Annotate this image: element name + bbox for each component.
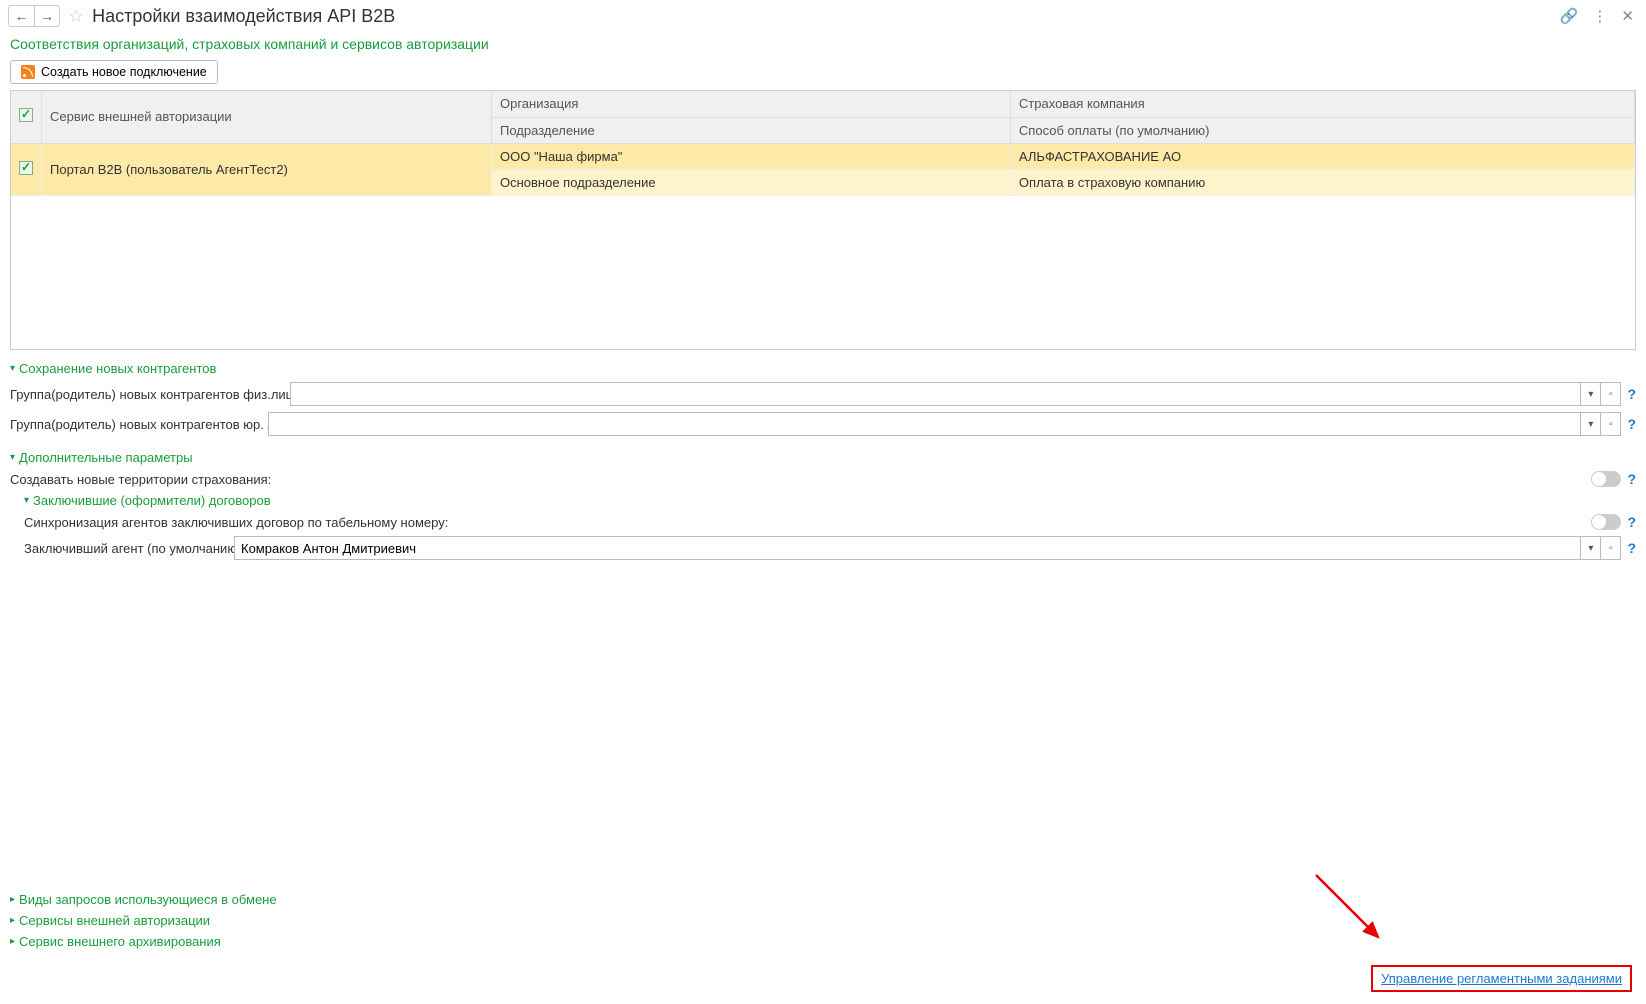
toolbar: Создать новое подключение: [0, 56, 1646, 88]
label-default-agent: Заключивший агент (по умолчанию):: [24, 541, 234, 556]
create-connection-button[interactable]: Создать новое подключение: [10, 60, 218, 84]
dropdown-button[interactable]: ▾: [1581, 536, 1601, 560]
chevron-down-icon: ▾: [24, 495, 29, 506]
bottom-groups: ▸ Виды запросов использующиеся в обмене …: [0, 889, 1646, 952]
cell-service: Портал B2B (пользователь АгентТест2): [42, 143, 492, 195]
help-icon[interactable]: ?: [1627, 471, 1636, 487]
input-default-agent[interactable]: [234, 536, 1581, 560]
label-group-jur: Группа(родитель) новых контрагентов юр. …: [10, 417, 268, 432]
chevron-right-icon: ▸: [10, 936, 15, 947]
col-company[interactable]: Страховая компания: [1010, 91, 1634, 117]
label-create-territories: Создавать новые территории страхования:: [10, 472, 1591, 487]
col-service[interactable]: Сервис внешней авторизации: [42, 91, 492, 143]
link-icon[interactable]: 🔗: [1560, 7, 1579, 25]
check-all-icon[interactable]: [19, 108, 33, 122]
rss-icon: [21, 65, 35, 79]
help-icon[interactable]: ?: [1627, 540, 1636, 556]
titlebar-actions: 🔗 ⋮ ✕: [1560, 7, 1638, 25]
group-title-archive-service: Сервис внешнего архивирования: [19, 934, 221, 949]
close-icon[interactable]: ✕: [1621, 7, 1634, 25]
group-header-auth-services[interactable]: ▸ Сервисы внешней авторизации: [10, 910, 1636, 931]
label-group-phys: Группа(родитель) новых контрагентов физ.…: [10, 387, 290, 402]
chevron-right-icon: ▸: [10, 915, 15, 926]
col-org[interactable]: Организация: [492, 91, 1011, 117]
cell-subdivision: Основное подразделение: [492, 169, 1011, 195]
group-title-contractors: Заключившие (оформители) договоров: [33, 493, 271, 508]
group-header-archive-service[interactable]: ▸ Сервис внешнего архивирования: [10, 931, 1636, 952]
create-connection-label: Создать новое подключение: [41, 65, 207, 79]
input-group-jur[interactable]: [268, 412, 1581, 436]
group-title-extra-params: Дополнительные параметры: [19, 450, 193, 465]
toggle-create-territories[interactable]: [1591, 471, 1621, 487]
group-header-contractors[interactable]: ▾ Заключившие (оформители) договоров: [24, 490, 1636, 511]
help-icon[interactable]: ?: [1627, 514, 1636, 530]
connections-table-wrap: Сервис внешней авторизации Организация С…: [10, 90, 1636, 350]
forward-button[interactable]: →: [34, 5, 60, 27]
group-title-auth-services: Сервисы внешней авторизации: [19, 913, 210, 928]
input-group-phys[interactable]: [290, 382, 1581, 406]
title-bar: ← → ☆ Настройки взаимодействия API B2B 🔗…: [0, 0, 1646, 32]
chevron-down-icon: ▾: [10, 452, 15, 463]
connections-table: Сервис внешней авторизации Организация С…: [11, 91, 1635, 196]
open-button[interactable]: ▫: [1601, 536, 1621, 560]
group-extra-params: ▾ Дополнительные параметры Создавать нов…: [0, 447, 1646, 563]
cell-payment: Оплата в страховую компанию: [1010, 169, 1634, 195]
group-title-request-types: Виды запросов использующиеся в обмене: [19, 892, 277, 907]
group-save-contragents: ▾ Сохранение новых контрагентов Группа(р…: [0, 358, 1646, 439]
row-check-cell[interactable]: [11, 143, 42, 195]
page-title: Настройки взаимодействия API B2B: [92, 6, 1560, 27]
more-menu-icon[interactable]: ⋮: [1592, 7, 1607, 25]
group-header-save-contragents[interactable]: ▾ Сохранение новых контрагентов: [10, 358, 1636, 379]
reglament-link-wrap: Управление регламентными заданиями: [1371, 965, 1632, 992]
group-title-save-contragents: Сохранение новых контрагентов: [19, 361, 216, 376]
open-button[interactable]: ▫: [1601, 382, 1621, 406]
group-header-request-types[interactable]: ▸ Виды запросов использующиеся в обмене: [10, 889, 1636, 910]
back-button[interactable]: ←: [8, 5, 34, 27]
chevron-down-icon: ▾: [10, 363, 15, 374]
open-button[interactable]: ▫: [1601, 412, 1621, 436]
col-check[interactable]: [11, 91, 42, 143]
col-payment[interactable]: Способ оплаты (по умолчанию): [1010, 117, 1634, 143]
toggle-sync-agents[interactable]: [1591, 514, 1621, 530]
chevron-right-icon: ▸: [10, 894, 15, 905]
label-sync-agents: Синхронизация агентов заключивших догово…: [24, 515, 1591, 530]
dropdown-button[interactable]: ▾: [1581, 382, 1601, 406]
table-row[interactable]: Портал B2B (пользователь АгентТест2) ООО…: [11, 143, 1635, 169]
section-subtitle: Соответствия организаций, страховых комп…: [0, 32, 1646, 56]
favorite-star-icon[interactable]: ☆: [68, 6, 84, 27]
group-header-extra-params[interactable]: ▾ Дополнительные параметры: [10, 447, 1636, 468]
dropdown-button[interactable]: ▾: [1581, 412, 1601, 436]
cell-org: ООО "Наша фирма": [492, 143, 1011, 169]
reglament-tasks-link[interactable]: Управление регламентными заданиями: [1381, 971, 1622, 986]
help-icon[interactable]: ?: [1627, 416, 1636, 432]
check-icon[interactable]: [19, 161, 33, 175]
cell-company: АЛЬФАСТРАХОВАНИЕ АО: [1010, 143, 1634, 169]
help-icon[interactable]: ?: [1627, 386, 1636, 402]
col-subdivision[interactable]: Подразделение: [492, 117, 1011, 143]
